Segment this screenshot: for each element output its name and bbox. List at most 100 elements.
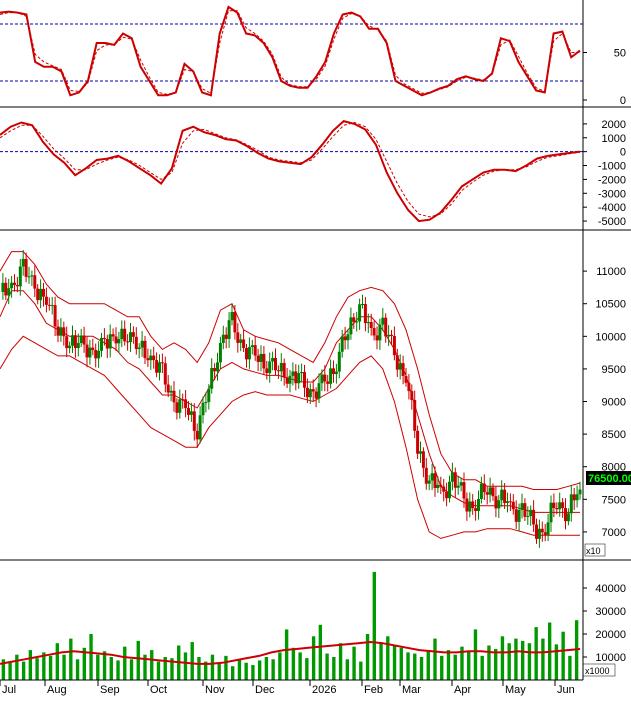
candle-body	[329, 368, 333, 384]
volume-bar	[338, 643, 343, 680]
candle-body	[500, 489, 504, 501]
volume-bar	[487, 645, 491, 680]
candle-body	[276, 370, 280, 372]
volume-tick-label: 40000	[595, 583, 626, 595]
volume-bar	[123, 646, 127, 680]
volume-bar	[136, 640, 140, 680]
candle-body	[569, 494, 573, 514]
candle-body	[207, 388, 211, 403]
volume-bar	[507, 643, 511, 680]
candle-body	[456, 485, 460, 488]
candle-body	[369, 322, 373, 329]
candle-body	[114, 336, 118, 344]
candle-body	[488, 487, 492, 495]
candle-body	[79, 335, 83, 344]
candle-body	[375, 335, 379, 341]
candle-body	[558, 502, 562, 510]
candle-body	[314, 391, 318, 399]
candle-body	[268, 361, 272, 374]
volume-bar	[568, 655, 572, 680]
candle-body	[102, 337, 106, 340]
candle-body	[282, 362, 286, 378]
candle-body	[42, 288, 45, 297]
volume-tick-label: 10000	[595, 652, 626, 664]
candle-body	[349, 317, 353, 335]
candle-body	[172, 390, 176, 403]
candle-body	[216, 362, 219, 372]
candle-body	[352, 317, 356, 322]
volume-bar	[190, 642, 194, 680]
candle-body	[465, 498, 469, 512]
candle-body	[421, 451, 425, 468]
candle-body	[181, 399, 185, 401]
volume-bar	[55, 643, 60, 680]
candle-body	[332, 368, 335, 375]
candle-body	[453, 472, 457, 488]
candle-body	[343, 336, 347, 341]
macd-tick-label: -4000	[598, 202, 626, 214]
candle-body	[85, 344, 89, 358]
candle-body	[21, 258, 25, 267]
candle-body	[459, 482, 463, 486]
candle-body	[442, 486, 446, 492]
candle-body	[390, 334, 393, 336]
candlesticks	[1, 249, 582, 548]
candle-body	[537, 528, 541, 539]
volume-bar	[291, 647, 296, 680]
candle-body	[326, 381, 330, 384]
volume-bar	[278, 652, 282, 680]
candle-body	[317, 383, 321, 399]
candle-body	[340, 336, 344, 352]
candle-body	[529, 509, 533, 517]
volume-bar	[311, 636, 316, 680]
candle-body	[204, 402, 208, 404]
candle-body	[108, 334, 112, 349]
candle-body	[68, 345, 72, 349]
volume-bar	[345, 659, 350, 680]
candle-body	[131, 332, 135, 337]
volume-bar	[305, 658, 309, 680]
candle-body	[175, 402, 179, 413]
candle-body	[334, 371, 338, 375]
candle-body	[526, 516, 530, 518]
candle-body	[192, 411, 196, 431]
last-price-label: 76500.00	[588, 473, 631, 485]
candle-body	[523, 503, 527, 517]
candle-body	[100, 337, 103, 351]
candle-body	[404, 376, 408, 383]
candle-body	[491, 487, 495, 497]
candle-body	[494, 496, 498, 509]
candle-body	[213, 368, 217, 372]
price-tick-label: 8500	[602, 429, 626, 441]
stochastic-ticks: 50 0	[583, 48, 626, 107]
candle-body	[320, 374, 324, 384]
candle-body	[71, 335, 74, 346]
volume-bar	[359, 661, 363, 680]
volume-bar	[237, 659, 242, 680]
candle-body	[224, 334, 228, 339]
macd-tick-label: -5000	[598, 216, 626, 228]
candle-body	[44, 296, 48, 305]
candle-body	[294, 371, 298, 384]
volume-bar	[365, 634, 370, 680]
volume-bar	[413, 653, 417, 680]
candle-body	[358, 304, 362, 322]
candle-body	[578, 489, 582, 495]
stochastic-ref-lines	[0, 23, 583, 82]
x-axis-tick-label: Apr	[454, 684, 471, 696]
candle-body	[482, 483, 486, 493]
candle-body	[279, 362, 283, 372]
volume-bar	[244, 662, 248, 680]
candle-body	[155, 360, 159, 373]
candle-body	[555, 507, 559, 510]
candle-body	[250, 345, 254, 348]
volume-bar	[386, 636, 390, 680]
volume-bar	[35, 658, 39, 680]
candle-body	[503, 489, 507, 504]
candle-body	[511, 501, 515, 510]
volume-bar	[480, 655, 484, 680]
candle-body	[546, 522, 550, 535]
candle-body	[111, 334, 115, 337]
price-tick-label: 10000	[595, 331, 626, 343]
candle-body	[259, 353, 263, 362]
